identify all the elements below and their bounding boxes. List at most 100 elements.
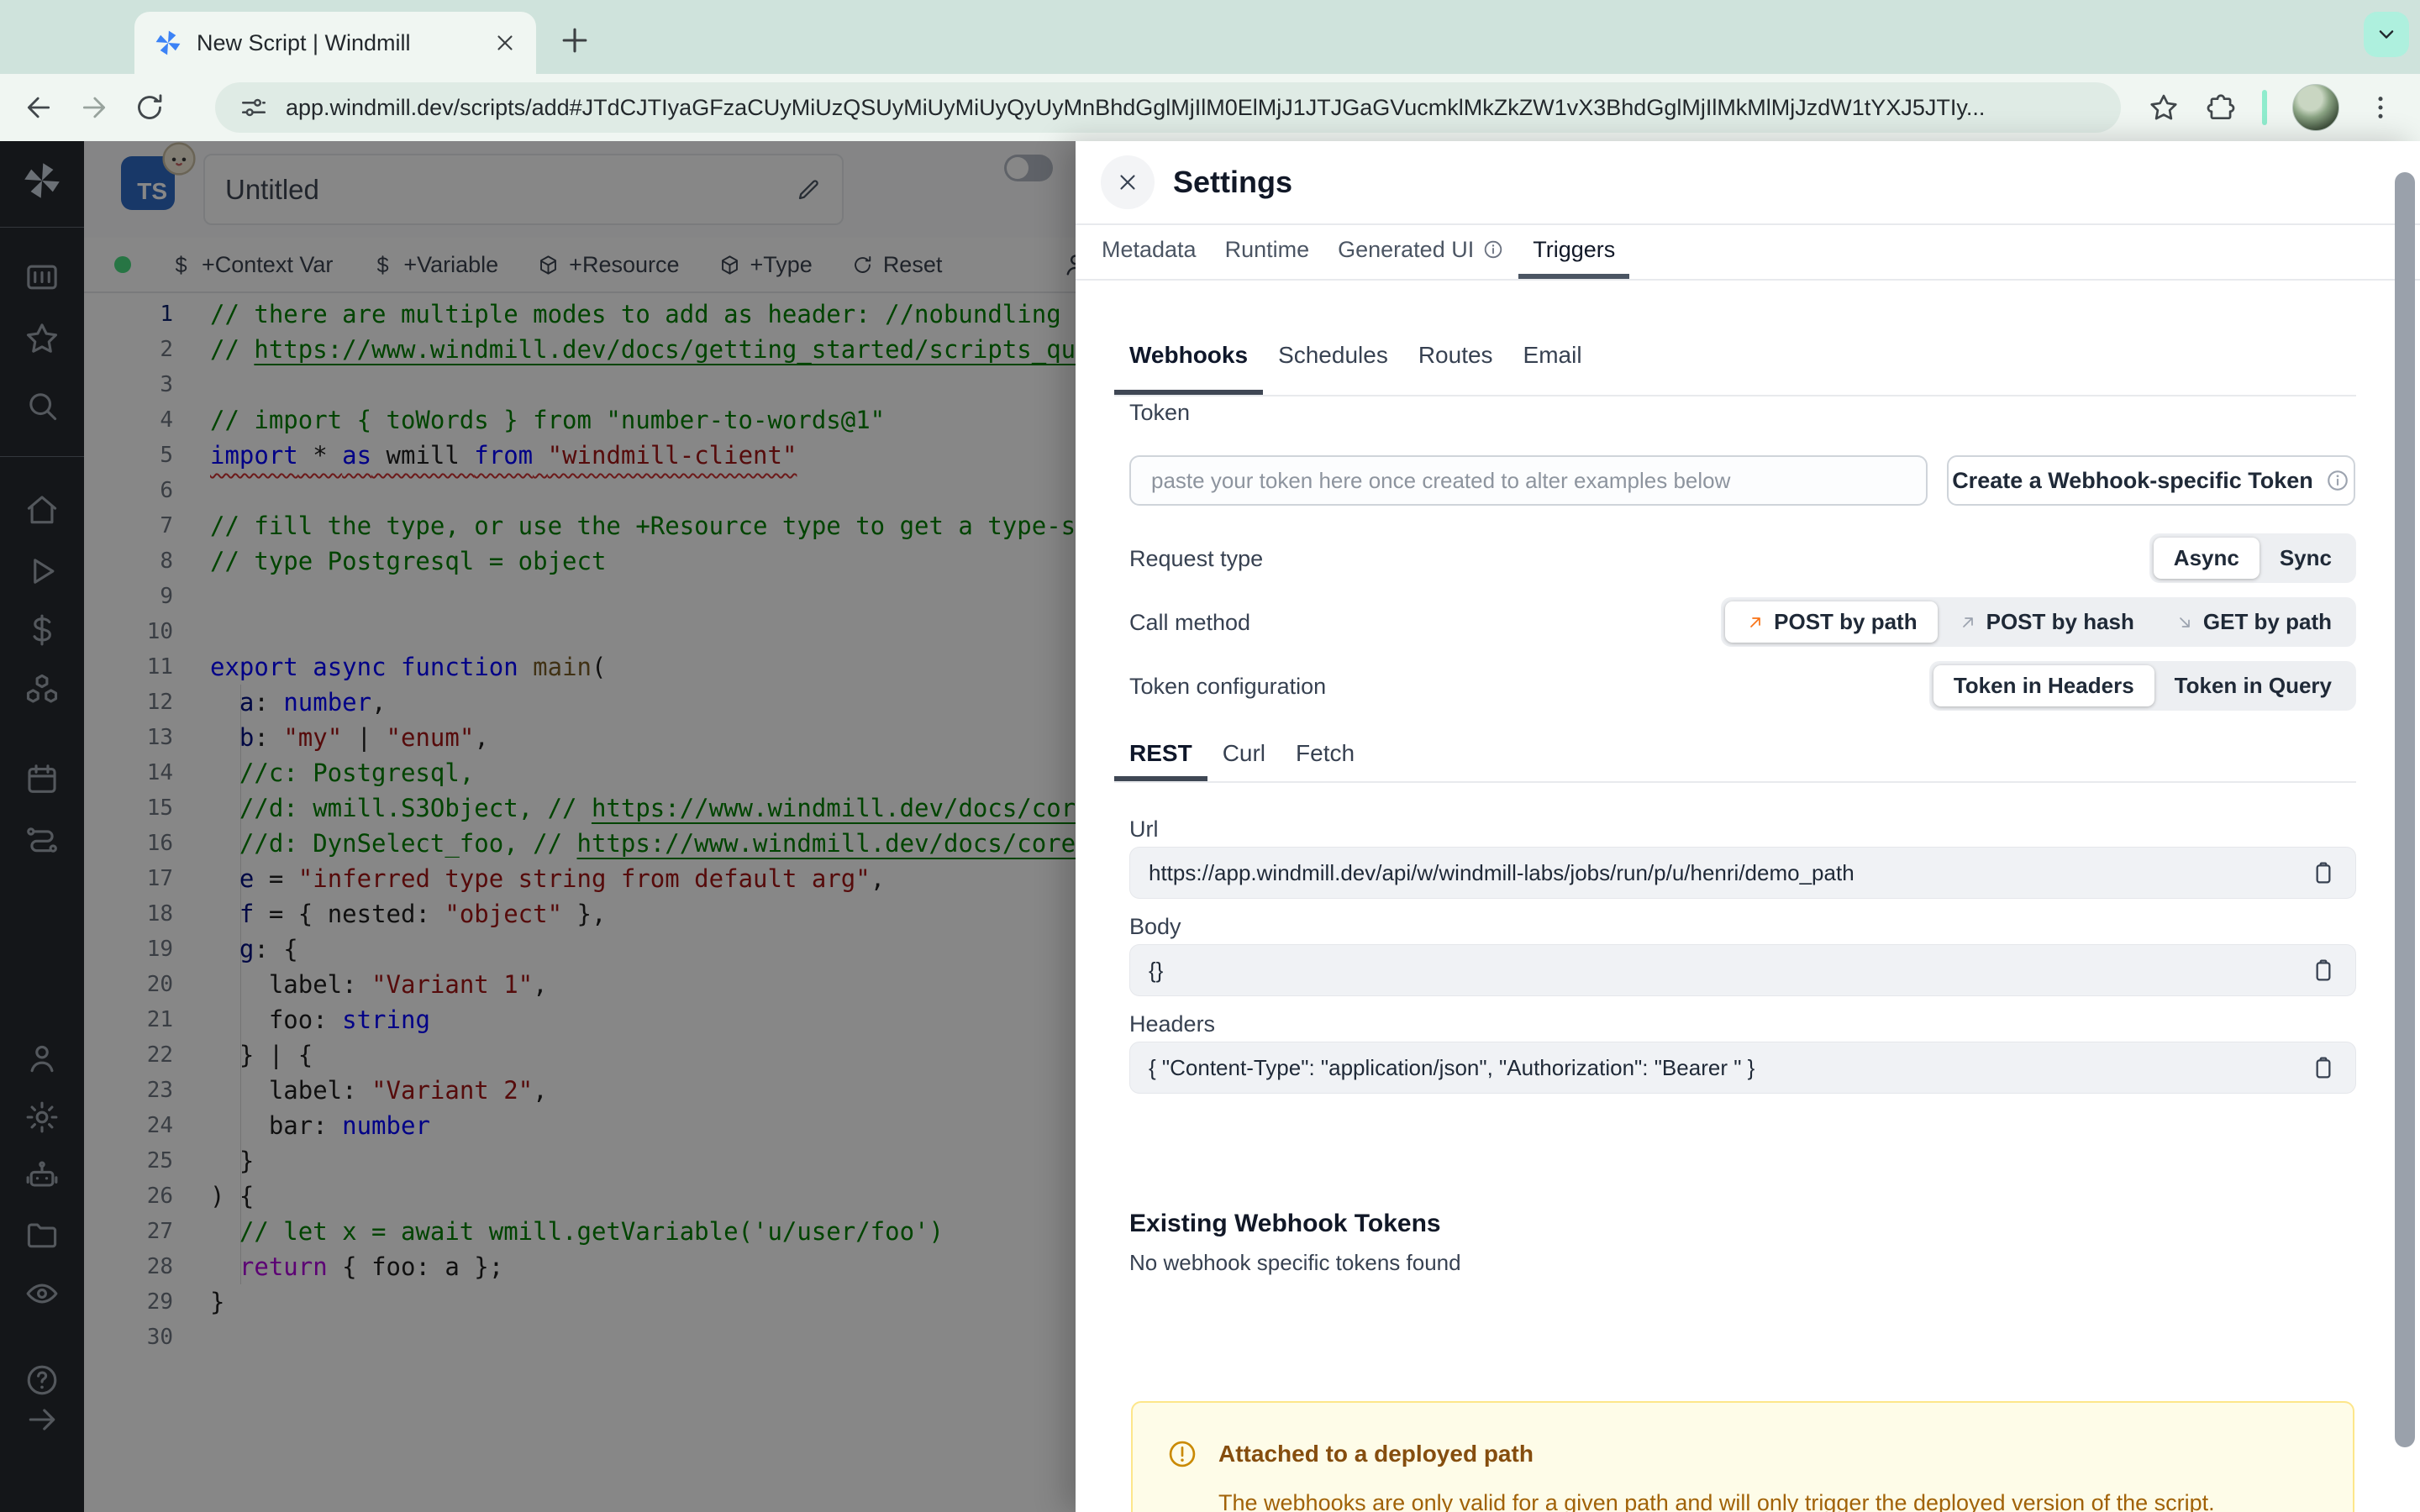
sidebar-help-icon[interactable] bbox=[24, 1362, 60, 1399]
code-line-16[interactable]: 16 //d: DynSelect_foo, // https://www.wi… bbox=[84, 826, 1076, 861]
sidebar-expand-sidebar-icon[interactable] bbox=[24, 1401, 60, 1438]
profile-avatar[interactable] bbox=[2292, 84, 2339, 131]
sidebar-workspace-boards-icon[interactable] bbox=[24, 259, 60, 296]
code-line-29[interactable]: 29} bbox=[84, 1284, 1076, 1320]
sidebar-schedules-icon[interactable] bbox=[24, 761, 60, 798]
sidebar-runs-icon[interactable] bbox=[24, 553, 60, 590]
code-line-9[interactable]: 9 bbox=[84, 579, 1076, 614]
option-post-by-hash[interactable]: POST by hash bbox=[1938, 601, 2154, 643]
tab-close-icon[interactable] bbox=[492, 30, 518, 55]
close-drawer-button[interactable] bbox=[1101, 155, 1155, 209]
browser-tab[interactable]: New Script | Windmill bbox=[134, 12, 536, 74]
extensions-icon[interactable] bbox=[2205, 92, 2237, 123]
toolbar-reset-button[interactable]: Reset bbox=[851, 252, 942, 278]
option-post-by-path[interactable]: POST by path bbox=[1725, 601, 1938, 643]
toolbar-type-button[interactable]: +Type bbox=[718, 252, 813, 278]
url-field[interactable]: https://app.windmill.dev/api/w/windmill-… bbox=[1129, 847, 2356, 899]
toolbar-variable-button[interactable]: +Variable bbox=[371, 252, 498, 278]
site-settings-icon[interactable] bbox=[239, 92, 269, 123]
tab-webhooks[interactable]: Webhooks bbox=[1114, 321, 1264, 395]
sidebar-favorites-icon[interactable] bbox=[24, 320, 60, 357]
tab-routes[interactable]: Routes bbox=[1403, 321, 1508, 395]
code-line-3[interactable]: 3 bbox=[84, 367, 1076, 402]
code-line-20[interactable]: 20 label: "Variant 1", bbox=[84, 967, 1076, 1002]
code-line-10[interactable]: 10 bbox=[84, 614, 1076, 649]
code-line-24[interactable]: 24 bar: number bbox=[84, 1108, 1076, 1143]
sidebar-workers-icon[interactable] bbox=[24, 1158, 60, 1194]
code-line-21[interactable]: 21 foo: string bbox=[84, 1002, 1076, 1037]
tab-schedules[interactable]: Schedules bbox=[1263, 321, 1403, 395]
diff-toggle-switch[interactable] bbox=[1004, 155, 1053, 181]
tab-fetch[interactable]: Fetch bbox=[1281, 731, 1370, 781]
package-icon bbox=[537, 254, 560, 276]
tab-runtime[interactable]: Runtime bbox=[1211, 225, 1324, 279]
tab-email[interactable]: Email bbox=[1508, 321, 1597, 395]
create-webhook-token-label: Create a Webhook-specific Token bbox=[1952, 467, 2313, 493]
url-bar[interactable]: app.windmill.dev/scripts/add#JTdCJTIyaGF… bbox=[215, 82, 2121, 133]
code-line-13[interactable]: 13 b: "my" | "enum", bbox=[84, 720, 1076, 755]
browser-menu-icon[interactable] bbox=[2365, 92, 2396, 123]
code-line-25[interactable]: 25 } bbox=[84, 1143, 1076, 1179]
code-line-23[interactable]: 23 label: "Variant 2", bbox=[84, 1073, 1076, 1108]
sidebar-search-icon[interactable] bbox=[24, 387, 60, 424]
sidebar-home-icon[interactable] bbox=[24, 491, 60, 528]
option-async[interactable]: Async bbox=[2153, 538, 2260, 579]
tab-metadata[interactable]: Metadata bbox=[1087, 225, 1211, 279]
option-sync[interactable]: Sync bbox=[2260, 538, 2352, 579]
code-line-15[interactable]: 15 //d: wmill.S3Object, // https://www.w… bbox=[84, 790, 1076, 826]
code-line-8[interactable]: 8 // type Postgresql = object bbox=[84, 543, 1076, 579]
new-tab-button[interactable] bbox=[556, 22, 593, 59]
code-line-28[interactable]: 28 return { foo: a }; bbox=[84, 1249, 1076, 1284]
tab-search-button[interactable] bbox=[2364, 12, 2409, 57]
code-line-2[interactable]: 2 // https://www.windmill.dev/docs/gettin… bbox=[84, 332, 1076, 367]
toolbar-contextvar-button[interactable]: +Context Var bbox=[170, 252, 333, 278]
drawer-scrollbar[interactable] bbox=[2395, 172, 2415, 1447]
token-input[interactable] bbox=[1129, 455, 1928, 506]
body-field[interactable]: {} bbox=[1129, 944, 2356, 996]
bookmark-star-icon[interactable] bbox=[2148, 92, 2180, 123]
back-button[interactable] bbox=[22, 91, 55, 124]
code-line-19[interactable]: 19 g: { bbox=[84, 932, 1076, 967]
code-line-1[interactable]: 1 // there are multiple modes to add as h… bbox=[84, 297, 1076, 332]
sidebar-resources-icon[interactable] bbox=[24, 670, 60, 707]
sidebar-audit-logs-icon[interactable] bbox=[24, 1275, 60, 1312]
option-token-in-headers[interactable]: Token in Headers bbox=[1933, 665, 2154, 706]
sidebar-users-icon[interactable] bbox=[24, 1040, 60, 1077]
line-number: 12 bbox=[146, 690, 173, 715]
code-line-7[interactable]: 7 // fill the type, or use the +Resource … bbox=[84, 508, 1076, 543]
code-line-22[interactable]: 22 } | { bbox=[84, 1037, 1076, 1073]
code-line-6[interactable]: 6 bbox=[84, 473, 1076, 508]
option-token-in-query[interactable]: Token in Query bbox=[2154, 665, 2352, 706]
tab-generated-ui[interactable]: Generated UI bbox=[1323, 225, 1518, 279]
sidebar-variables-icon[interactable] bbox=[24, 612, 60, 648]
line-number: 25 bbox=[146, 1148, 173, 1173]
code-line-27[interactable]: 27 // let x = await wmill.getVariable('u… bbox=[84, 1214, 1076, 1249]
code-line-4[interactable]: 4 // import { toWords } from "number-to-w… bbox=[84, 402, 1076, 438]
code-line-14[interactable]: 14 //c: Postgresql, bbox=[84, 755, 1076, 790]
code-line-12[interactable]: 12 a: number, bbox=[84, 685, 1076, 720]
headers-field[interactable]: { "Content-Type": "application/json", "A… bbox=[1129, 1042, 2356, 1094]
tab-rest[interactable]: REST bbox=[1114, 731, 1207, 781]
code-line-5[interactable]: 5 import * as wmill from "windmill-client… bbox=[84, 438, 1076, 473]
toolbar-resource-button[interactable]: +Resource bbox=[537, 252, 680, 278]
sidebar-folders-icon[interactable] bbox=[24, 1216, 60, 1253]
code-line-26[interactable]: 26) { bbox=[84, 1179, 1076, 1214]
option-get-by-path[interactable]: GET by path bbox=[2154, 601, 2352, 643]
clipboard-icon[interactable] bbox=[2310, 859, 2337, 886]
sidebar-settings-icon[interactable] bbox=[24, 1099, 60, 1136]
reload-button[interactable] bbox=[133, 91, 166, 124]
code-line-30[interactable]: 30 bbox=[84, 1320, 1076, 1355]
tab-curl[interactable]: Curl bbox=[1207, 731, 1281, 781]
clipboard-icon[interactable] bbox=[2310, 957, 2337, 984]
code-line-17[interactable]: 17 e = "inferred type string from defaul… bbox=[84, 861, 1076, 896]
sidebar-flows-icon[interactable] bbox=[24, 822, 60, 858]
code-line-11[interactable]: 11 export async function main( bbox=[84, 649, 1076, 685]
script-title-input[interactable]: Untitled bbox=[203, 154, 844, 225]
create-webhook-token-button[interactable]: Create a Webhook-specific Token bbox=[1947, 455, 2355, 506]
tab-triggers[interactable]: Triggers bbox=[1518, 225, 1630, 279]
code-area[interactable]: 1 // there are multiple modes to add as h… bbox=[84, 293, 1076, 1512]
forward-button[interactable] bbox=[77, 91, 111, 124]
edit-pencil-icon[interactable] bbox=[795, 176, 822, 203]
clipboard-icon[interactable] bbox=[2310, 1054, 2337, 1081]
code-line-18[interactable]: 18 f = { nested: "object" }, bbox=[84, 896, 1076, 932]
